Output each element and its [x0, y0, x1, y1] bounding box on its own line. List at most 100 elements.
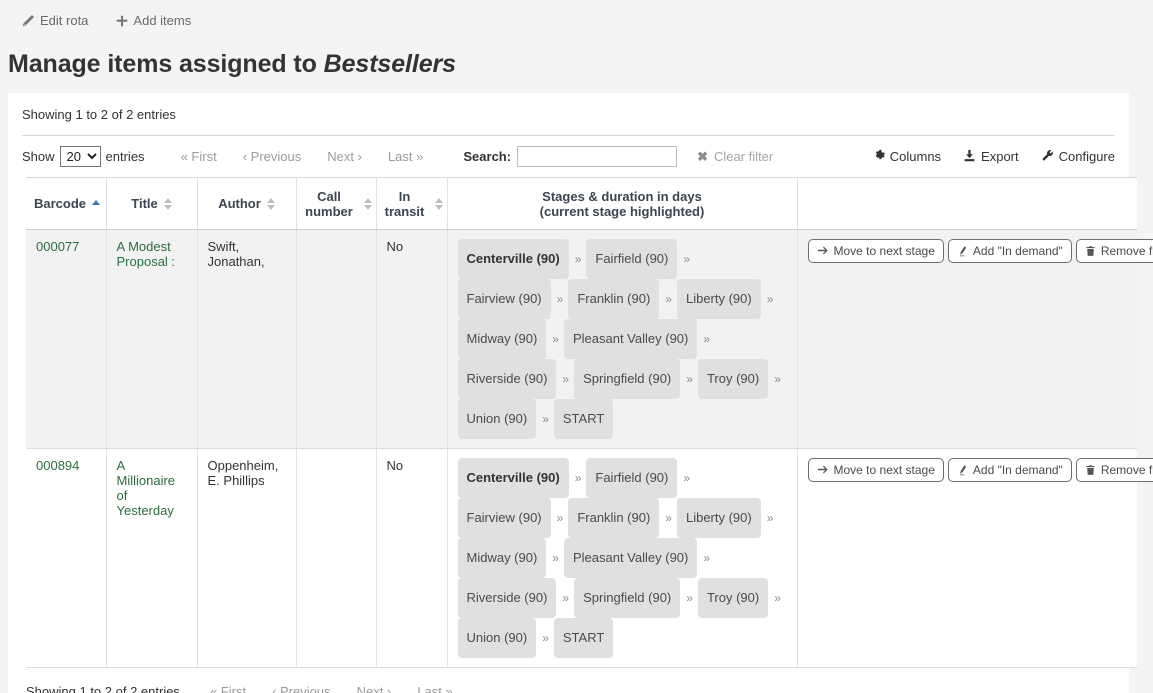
- top-toolbar: Edit rota Add items: [0, 0, 1153, 41]
- pagination-previous[interactable]: ‹ Previous: [243, 149, 302, 164]
- stage-separator-icon: »: [678, 462, 695, 494]
- page-length-select[interactable]: 20: [60, 146, 101, 167]
- stage-chip[interactable]: Union (90): [458, 618, 537, 658]
- column-header-in-transit[interactable]: In transit: [376, 178, 447, 230]
- pagination-bottom: « First ‹ Previous Next › Last »: [210, 684, 453, 693]
- page-title-prefix: Manage items assigned to: [8, 50, 324, 78]
- page-length-control: Show 20 entries: [22, 146, 145, 167]
- trash-icon: [1085, 464, 1096, 476]
- cell-title: A Modest Proposal :: [106, 230, 197, 449]
- move-to-next-stage-button[interactable]: Move to next stage: [808, 458, 944, 482]
- stage-separator-icon: »: [681, 582, 698, 614]
- stage-chip[interactable]: Fairfield (90): [586, 239, 677, 279]
- column-header-barcode[interactable]: Barcode: [26, 178, 106, 230]
- stage-chip[interactable]: START: [554, 399, 613, 439]
- column-header-author[interactable]: Author: [197, 178, 296, 230]
- search-control: Search:: [463, 146, 677, 167]
- pagination-first[interactable]: « First: [181, 149, 217, 164]
- barcode-link[interactable]: 000077: [36, 239, 79, 254]
- stage-separator-icon: »: [660, 502, 677, 534]
- stage-chip[interactable]: Riverside (90): [458, 359, 557, 399]
- stage-chip[interactable]: Fairview (90): [458, 498, 551, 538]
- arrow-right-icon: [817, 464, 829, 476]
- table-tools: Columns Export Configure: [872, 149, 1115, 165]
- items-table: Barcode Title Author: [26, 177, 1137, 668]
- pagination-previous-label: Previous: [280, 684, 331, 693]
- column-header-barcode-label: Barcode: [34, 196, 86, 211]
- move-to-next-stage-button[interactable]: Move to next stage: [808, 239, 944, 263]
- stage-chip[interactable]: Franklin (90): [568, 498, 659, 538]
- pagination-first[interactable]: « First: [210, 684, 246, 693]
- stage-separator-icon: »: [660, 283, 677, 315]
- remove-from-rota-label: Remove from rota: [1101, 463, 1153, 477]
- stage-chip[interactable]: Centerville (90): [458, 239, 569, 279]
- row-action-buttons: Move to next stageAdd "In demand"Remove …: [808, 239, 1128, 263]
- stage-chip[interactable]: Midway (90): [458, 538, 547, 578]
- column-header-title-label: Title: [131, 196, 158, 211]
- sort-ascending-icon: [92, 200, 100, 207]
- pagination-last-label: Last: [417, 684, 442, 693]
- pagination-last[interactable]: Last »: [417, 684, 452, 693]
- clear-filter-label: Clear filter: [714, 149, 773, 164]
- column-header-stages-line1: Stages & duration in days: [542, 189, 702, 204]
- cell-stages: Centerville (90)»Fairfield (90)»Fairview…: [447, 449, 797, 668]
- stage-chip[interactable]: Liberty (90): [677, 498, 761, 538]
- pagination-previous[interactable]: ‹ Previous: [272, 684, 331, 693]
- remove-from-rota-button[interactable]: Remove from rota: [1076, 458, 1153, 482]
- column-header-title[interactable]: Title: [106, 178, 197, 230]
- edit-rota-label: Edit rota: [40, 13, 88, 28]
- cell-actions: Move to next stageAdd "In demand"Remove …: [797, 230, 1137, 449]
- stage-chip[interactable]: Pleasant Valley (90): [564, 319, 697, 359]
- title-link[interactable]: A Modest Proposal :: [117, 239, 176, 269]
- export-button[interactable]: Export: [963, 149, 1019, 165]
- stage-chip[interactable]: Fairfield (90): [586, 458, 677, 498]
- stage-chip[interactable]: Troy (90): [698, 578, 768, 618]
- double-right-chevron-icon: »: [416, 149, 423, 164]
- cell-barcode: 000894: [26, 449, 106, 668]
- add-in-demand-button[interactable]: Add "In demand": [948, 458, 1072, 482]
- configure-button[interactable]: Configure: [1041, 149, 1115, 165]
- pagination-next[interactable]: Next ›: [327, 149, 362, 164]
- title-link[interactable]: A Millionaire of Yesterday: [117, 458, 176, 518]
- column-header-call-number[interactable]: Call number: [296, 178, 376, 230]
- add-items-label: Add items: [133, 13, 191, 28]
- show-label: Show: [22, 149, 55, 164]
- pagination-last[interactable]: Last »: [388, 149, 423, 164]
- stage-chip[interactable]: Centerville (90): [458, 458, 569, 498]
- stage-separator-icon: »: [537, 622, 554, 654]
- stage-chip[interactable]: Franklin (90): [568, 279, 659, 319]
- stage-chip[interactable]: Springfield (90): [574, 359, 680, 399]
- clear-filter-button[interactable]: ✖ Clear filter: [697, 149, 773, 165]
- stage-chip[interactable]: Riverside (90): [458, 578, 557, 618]
- stage-separator-icon: »: [552, 283, 569, 315]
- pagination-next[interactable]: Next ›: [357, 684, 392, 693]
- stage-chip[interactable]: Troy (90): [698, 359, 768, 399]
- columns-button[interactable]: Columns: [872, 149, 941, 165]
- stage-chip[interactable]: Midway (90): [458, 319, 547, 359]
- stage-separator-icon: »: [762, 502, 779, 534]
- stage-chip[interactable]: Pleasant Valley (90): [564, 538, 697, 578]
- trash-icon: [1085, 245, 1096, 257]
- barcode-link[interactable]: 000894: [36, 458, 79, 473]
- marker-pen-icon: [957, 464, 968, 476]
- cell-in-transit: No: [376, 230, 447, 449]
- stage-chip[interactable]: Union (90): [458, 399, 537, 439]
- stage-chip[interactable]: START: [554, 618, 613, 658]
- stage-chip[interactable]: Fairview (90): [458, 279, 551, 319]
- entries-label: entries: [106, 149, 145, 164]
- remove-from-rota-button[interactable]: Remove from rota: [1076, 239, 1153, 263]
- stage-separator-icon: »: [570, 243, 587, 275]
- stage-chip[interactable]: Liberty (90): [677, 279, 761, 319]
- cell-call-number: [296, 230, 376, 449]
- sort-icon: [267, 198, 275, 210]
- double-right-chevron-icon: »: [446, 684, 453, 693]
- stage-separator-icon: »: [557, 582, 574, 614]
- cell-actions: Move to next stageAdd "In demand"Remove …: [797, 449, 1137, 668]
- add-items-button[interactable]: Add items: [116, 13, 191, 28]
- search-input[interactable]: [517, 146, 677, 167]
- stage-separator-icon: »: [547, 323, 564, 355]
- add-in-demand-button[interactable]: Add "In demand": [948, 239, 1072, 263]
- stage-separator-icon: »: [769, 582, 786, 614]
- edit-rota-button[interactable]: Edit rota: [22, 13, 88, 28]
- stage-chip[interactable]: Springfield (90): [574, 578, 680, 618]
